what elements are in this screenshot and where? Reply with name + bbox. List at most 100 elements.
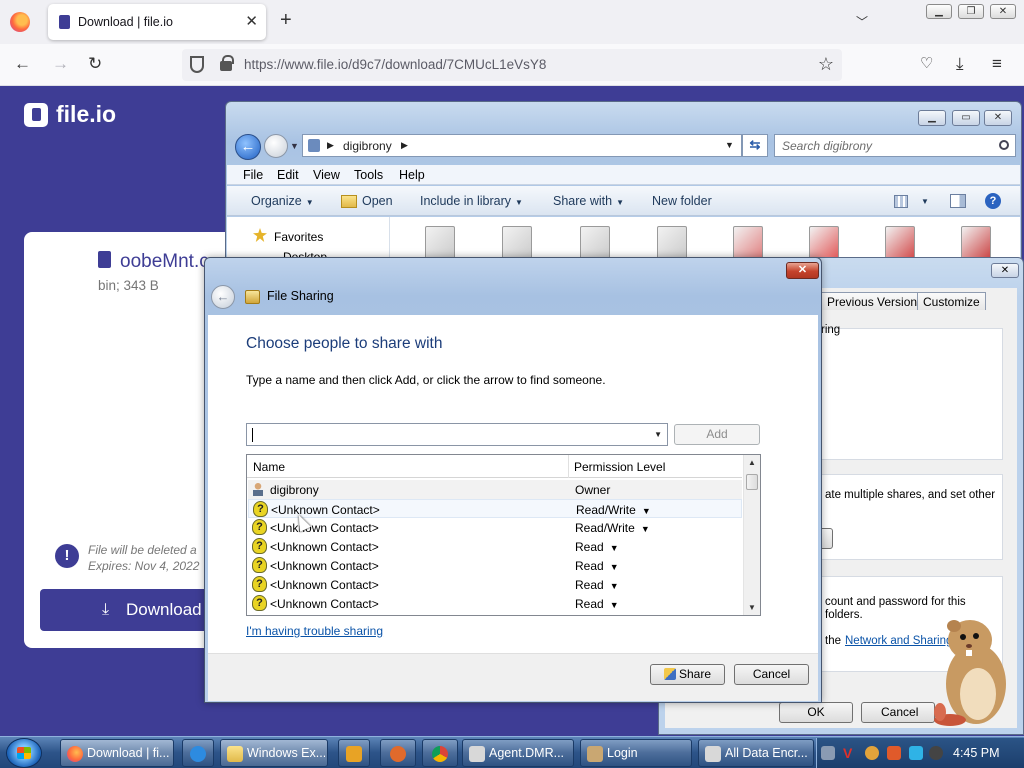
browser-tab[interactable]: Download | file.io ✕ <box>48 4 266 40</box>
tray-antivirus-icon[interactable]: V <box>843 746 857 760</box>
firefox-icon[interactable] <box>10 12 30 32</box>
open-folder-icon[interactable] <box>341 195 357 208</box>
table-row[interactable]: digibrony Owner <box>248 480 742 499</box>
address-dropdown-icon[interactable]: ▼ <box>725 140 734 150</box>
start-button[interactable] <box>6 738 42 768</box>
include-in-library-button[interactable]: Include in library ▼ <box>420 194 523 208</box>
tracking-shield-icon[interactable] <box>190 56 204 73</box>
chevron-down-icon[interactable]: ▼ <box>654 430 662 439</box>
explorer-close-icon[interactable]: ✕ <box>984 110 1012 126</box>
url-bar[interactable]: https://www.file.io/d9c7/download/7CMUcL… <box>182 49 842 81</box>
back-arrow-icon[interactable]: ← <box>14 54 31 74</box>
table-row[interactable]: ? <Unknown Contact> Read/Write ▼ <box>248 518 742 537</box>
trouble-sharing-link[interactable]: I'm having trouble sharing <box>246 624 383 638</box>
new-folder-button[interactable]: New folder <box>652 194 712 208</box>
menu-view[interactable]: View <box>313 168 340 182</box>
table-row[interactable]: ? <Unknown Contact> Read ▼ <box>248 556 742 575</box>
explorer-maximize-icon[interactable]: ▭ <box>952 110 980 126</box>
add-button[interactable]: Add <box>674 424 760 445</box>
explorer-back-icon[interactable]: ← <box>235 134 261 160</box>
view-options-icon[interactable]: ▼ <box>921 197 929 206</box>
share-list-scrollbar[interactable]: ▲ ▼ <box>743 455 760 615</box>
tray-app-icon[interactable] <box>821 746 835 760</box>
table-row[interactable]: ? <Unknown Contact> Read/Write ▼ <box>248 499 742 518</box>
explorer-search-input[interactable]: Search digibrony <box>774 134 1016 157</box>
clock[interactable]: 4:45 PM <box>953 746 1000 760</box>
explorer-address-bar[interactable]: ▶ digibrony ▶ ▼ <box>302 134 742 157</box>
tab-previous-versions[interactable]: Previous Versions <box>821 292 930 310</box>
forward-arrow-icon[interactable]: → <box>52 54 69 74</box>
menu-tools[interactable]: Tools <box>354 168 383 182</box>
menu-file[interactable]: File <box>243 168 263 182</box>
reload-icon[interactable]: ↻ <box>88 54 102 74</box>
breadcrumb-separator-icon[interactable]: ▶ <box>401 140 408 151</box>
table-row[interactable]: ? <Unknown Contact> Read ▼ <box>248 575 742 594</box>
fileio-logo-text[interactable]: file.io <box>56 101 116 128</box>
help-icon[interactable]: ? <box>985 193 1001 209</box>
properties-close-icon[interactable]: ✕ <box>991 263 1019 278</box>
column-permission[interactable]: Permission Level <box>574 460 665 474</box>
column-name[interactable]: Name <box>253 460 285 474</box>
breadcrumb-separator-icon[interactable]: ▶ <box>327 140 334 151</box>
dialog-back-icon[interactable]: ← <box>211 285 235 309</box>
taskbar-item-agent[interactable]: Agent.DMR... <box>462 739 574 767</box>
menu-hamburger-icon[interactable]: ≡ <box>992 54 1002 74</box>
share-button[interactable]: Share <box>650 664 725 685</box>
menu-edit[interactable]: Edit <box>277 168 299 182</box>
scroll-up-icon[interactable]: ▲ <box>748 458 756 467</box>
bookmark-star-icon[interactable]: ☆ <box>818 54 834 75</box>
scrollbar-thumb[interactable] <box>746 474 758 490</box>
minimize-icon[interactable]: ▁ <box>926 4 952 19</box>
lock-icon[interactable] <box>220 55 234 71</box>
breadcrumb[interactable]: digibrony <box>343 139 392 153</box>
tray-volume-icon[interactable] <box>929 746 943 760</box>
organize-button[interactable]: Organize ▼ <box>251 194 314 208</box>
tray-search-icon[interactable] <box>865 746 879 760</box>
pocket-icon[interactable]: ♡ <box>920 54 933 74</box>
share-name-input[interactable]: ▼ <box>246 423 668 446</box>
table-row[interactable]: ? <Unknown Contact> Read ▼ <box>248 537 742 556</box>
explorer-forward-icon[interactable] <box>264 134 288 158</box>
permission-dropdown[interactable]: Read ▼ <box>575 540 619 554</box>
taskbar-item-firefox[interactable]: Download | fi... <box>60 739 174 767</box>
url-text[interactable]: https://www.file.io/d9c7/download/7CMUcL… <box>244 57 546 72</box>
permission-dropdown[interactable]: Read/Write ▼ <box>576 503 651 517</box>
taskbar-item-chrome[interactable] <box>422 739 458 767</box>
scroll-down-icon[interactable]: ▼ <box>748 603 756 612</box>
recent-pages-icon[interactable]: ▼ <box>290 141 299 151</box>
close-tab-icon[interactable]: ✕ <box>245 12 258 30</box>
tab-customize[interactable]: Customize <box>917 292 986 310</box>
taskbar-item-explorer[interactable]: Windows Ex... <box>220 739 328 767</box>
share-with-button[interactable]: Share with ▼ <box>553 194 624 208</box>
taskbar-item-login[interactable]: Login <box>580 739 692 767</box>
explorer-minimize-icon[interactable]: ▁ <box>918 110 946 126</box>
dialog-close-icon[interactable]: ✕ <box>786 262 819 279</box>
change-view-icon[interactable] <box>894 195 908 208</box>
refresh-icon[interactable]: ⇆ <box>742 134 768 157</box>
close-icon[interactable]: ✕ <box>990 4 1016 19</box>
restore-icon[interactable]: ❐ <box>958 4 984 19</box>
open-button[interactable]: Open <box>362 194 393 208</box>
ok-button[interactable]: OK <box>779 702 853 723</box>
table-row[interactable]: ? <Unknown Contact> Read ▼ <box>248 594 742 613</box>
fileio-logo-icon[interactable] <box>24 103 48 127</box>
hamster-mascot-icon[interactable] <box>920 612 1020 736</box>
downloads-icon[interactable]: ⤓ <box>956 54 964 74</box>
permission-dropdown[interactable]: Read ▼ <box>575 578 619 592</box>
new-tab-icon[interactable]: + <box>280 10 292 30</box>
taskbar-item-ie[interactable] <box>182 739 214 767</box>
tray-network-icon[interactable] <box>909 746 923 760</box>
permission-dropdown[interactable]: Read ▼ <box>575 597 619 611</box>
tray-app-icon[interactable] <box>887 746 901 760</box>
search-icon[interactable] <box>999 140 1009 150</box>
menu-help[interactable]: Help <box>399 168 425 182</box>
preview-pane-icon[interactable] <box>950 194 966 208</box>
list-tabs-icon[interactable]: ﹀ <box>856 13 868 30</box>
cancel-button[interactable]: Cancel <box>734 664 809 685</box>
column-divider[interactable] <box>568 455 569 478</box>
permission-dropdown[interactable]: Read ▼ <box>575 559 619 573</box>
nav-favorites[interactable]: Favorites <box>274 230 323 244</box>
permission-dropdown[interactable]: Read/Write ▼ <box>575 521 650 535</box>
taskbar-item-media[interactable] <box>338 739 370 767</box>
taskbar-item-encrypt[interactable]: All Data Encr... <box>698 739 814 767</box>
